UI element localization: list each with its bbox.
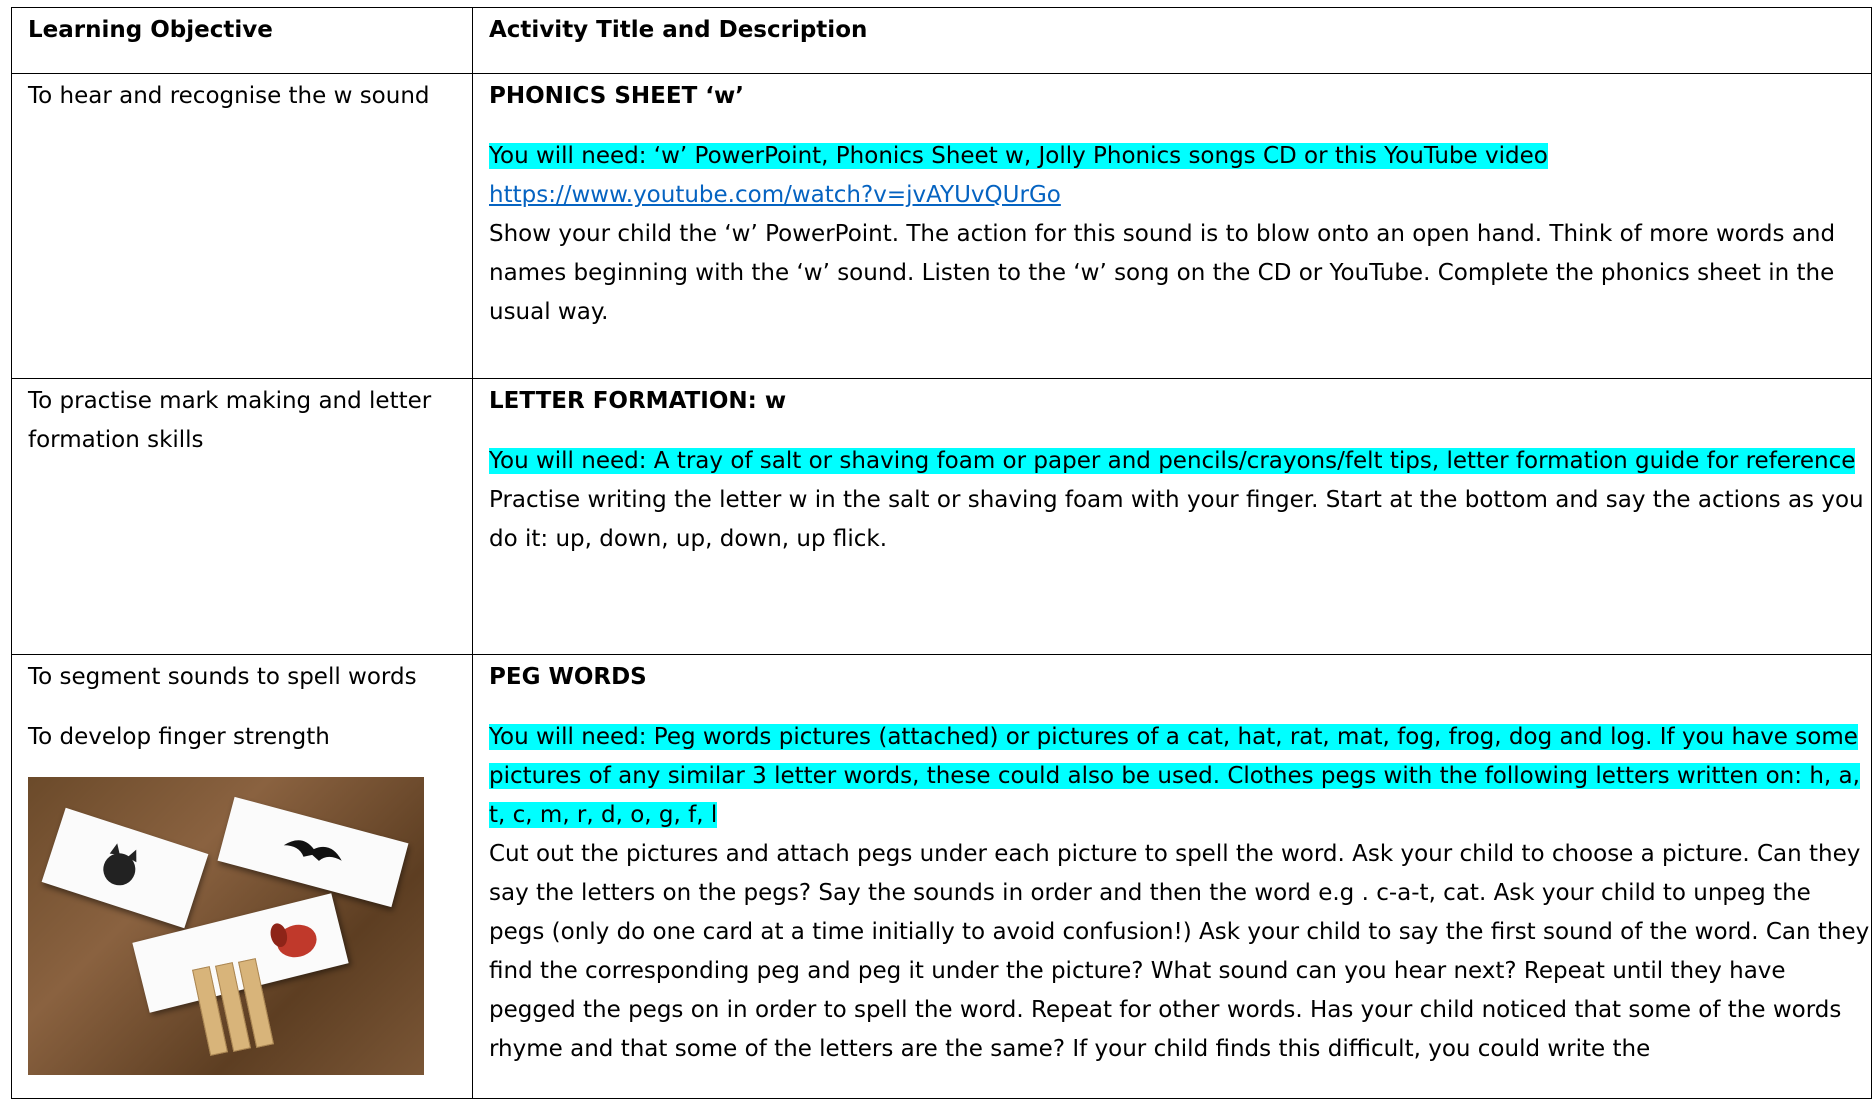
- activity-description: Show your child the ‘w’ PowerPoint. The …: [489, 221, 1836, 325]
- peg-words-photo: [28, 777, 424, 1075]
- objective-cell: To segment sounds to spell words To deve…: [11, 654, 473, 1099]
- bat-icon: [283, 840, 342, 861]
- activity-description: Practise writing the letter w in the sal…: [489, 487, 1864, 552]
- activity-description: Cut out the pictures and attach pegs und…: [489, 841, 1870, 1062]
- activity-title: LETTER FORMATION: w: [489, 388, 787, 414]
- objective-cell: To hear and recognise the w sound: [11, 73, 473, 379]
- cat-picture-card: [41, 807, 209, 929]
- objective-text: To hear and recognise the w sound: [28, 83, 430, 109]
- objective-text: To develop finger strength: [28, 724, 330, 750]
- you-will-need-text: You will need: A tray of salt or shaving…: [489, 448, 1856, 474]
- bat-picture-card: [217, 796, 409, 908]
- header-learning-objective: Learning Objective: [11, 7, 473, 74]
- activity-title: PEG WORDS: [489, 664, 647, 690]
- objective-cell: To practise mark making and letter forma…: [11, 378, 473, 655]
- table-row: To segment sounds to spell words To deve…: [11, 654, 1872, 1099]
- table-row: To practise mark making and letter forma…: [11, 378, 1872, 655]
- you-will-need-text: You will need: Peg words pictures (attac…: [489, 724, 1860, 828]
- activity-title: PHONICS SHEET ‘w’: [489, 83, 744, 109]
- activity-table: Learning Objective Activity Title and De…: [11, 7, 1872, 1099]
- table-row: To hear and recognise the w sound PHONIC…: [11, 73, 1872, 379]
- cat-icon: [103, 843, 137, 886]
- youtube-link[interactable]: https://www.youtube.com/watch?v=jvAYUvQU…: [489, 182, 1061, 208]
- objective-text: To practise mark making and letter forma…: [28, 388, 432, 453]
- objective-text: To segment sounds to spell words: [28, 664, 417, 690]
- header-row: Learning Objective Activity Title and De…: [11, 7, 1872, 74]
- activity-cell: LETTER FORMATION: w You will need: A tra…: [472, 378, 1872, 655]
- activity-cell: PEG WORDS You will need: Peg words pictu…: [472, 654, 1872, 1099]
- header-activity: Activity Title and Description: [472, 7, 1872, 74]
- activity-cell: PHONICS SHEET ‘w’ You will need: ‘w’ Pow…: [472, 73, 1872, 379]
- you-will-need-text: You will need: ‘w’ PowerPoint, Phonics S…: [489, 143, 1548, 169]
